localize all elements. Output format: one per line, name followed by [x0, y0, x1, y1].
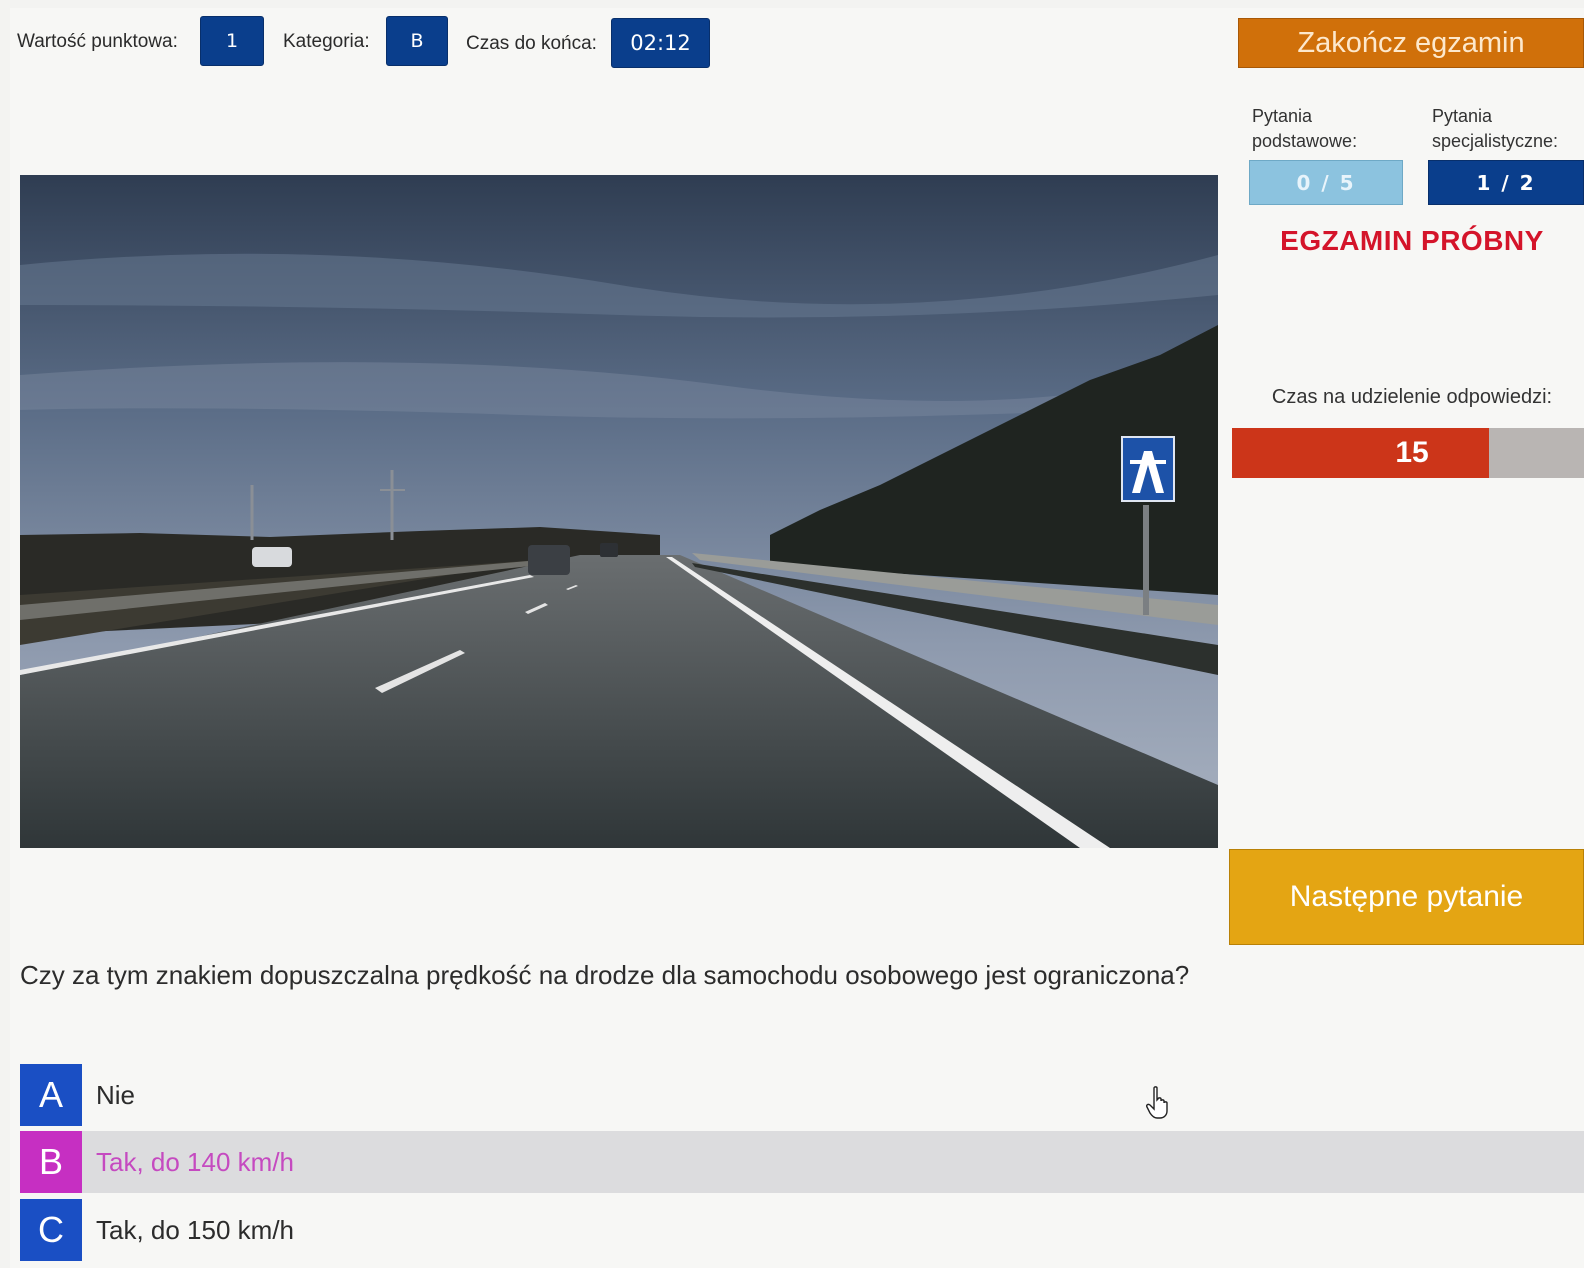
answer-c[interactable]: C Tak, do 150 km/h [20, 1199, 1584, 1261]
answer-text-a: Nie [96, 1079, 136, 1110]
answer-a[interactable]: A Nie [20, 1064, 1584, 1126]
answer-text-c: Tak, do 150 km/h [96, 1214, 294, 1245]
motorway-sign-icon [1121, 436, 1175, 502]
end-exam-button[interactable]: Zakończ egzamin [1238, 18, 1584, 68]
basic-questions-label: Pytania podstawowe: [1252, 106, 1358, 151]
points-label: Wartość punktowa: [17, 31, 178, 52]
special-questions-label: Pytania specjalistyczne: [1432, 106, 1559, 151]
mock-exam-banner: EGZAMIN PRÓBNY [1280, 225, 1544, 256]
special-questions-counter: 1 / 2 [1428, 160, 1584, 205]
category-label: Kategoria: [283, 31, 370, 52]
time-left-value: 02:12 [611, 18, 710, 68]
answer-time-label: Czas na udzielenie odpowiedzi: [1271, 386, 1553, 408]
time-left-label: Czas do końca: [466, 33, 597, 54]
answer-letter-c: C [20, 1199, 82, 1261]
next-question-button[interactable]: Następne pytanie [1229, 849, 1584, 945]
question-text: Czy za tym znakiem dopuszczalna prędkość… [20, 960, 1190, 990]
basic-questions-counter: 0 / 5 [1249, 160, 1403, 205]
answer-time-seconds: 15 [1395, 436, 1429, 469]
answer-text-b: Tak, do 140 km/h [96, 1146, 294, 1177]
points-value-badge: 1 [200, 16, 264, 66]
answer-time-bar: 15 [1232, 428, 1584, 478]
category-value-badge: B [386, 16, 448, 66]
answer-b[interactable]: B Tak, do 140 km/h [20, 1131, 1584, 1193]
hand-pointer-icon [1146, 1086, 1168, 1119]
question-photo [20, 175, 1218, 848]
answer-letter-b: B [20, 1131, 82, 1193]
answer-letter-a: A [20, 1064, 82, 1126]
